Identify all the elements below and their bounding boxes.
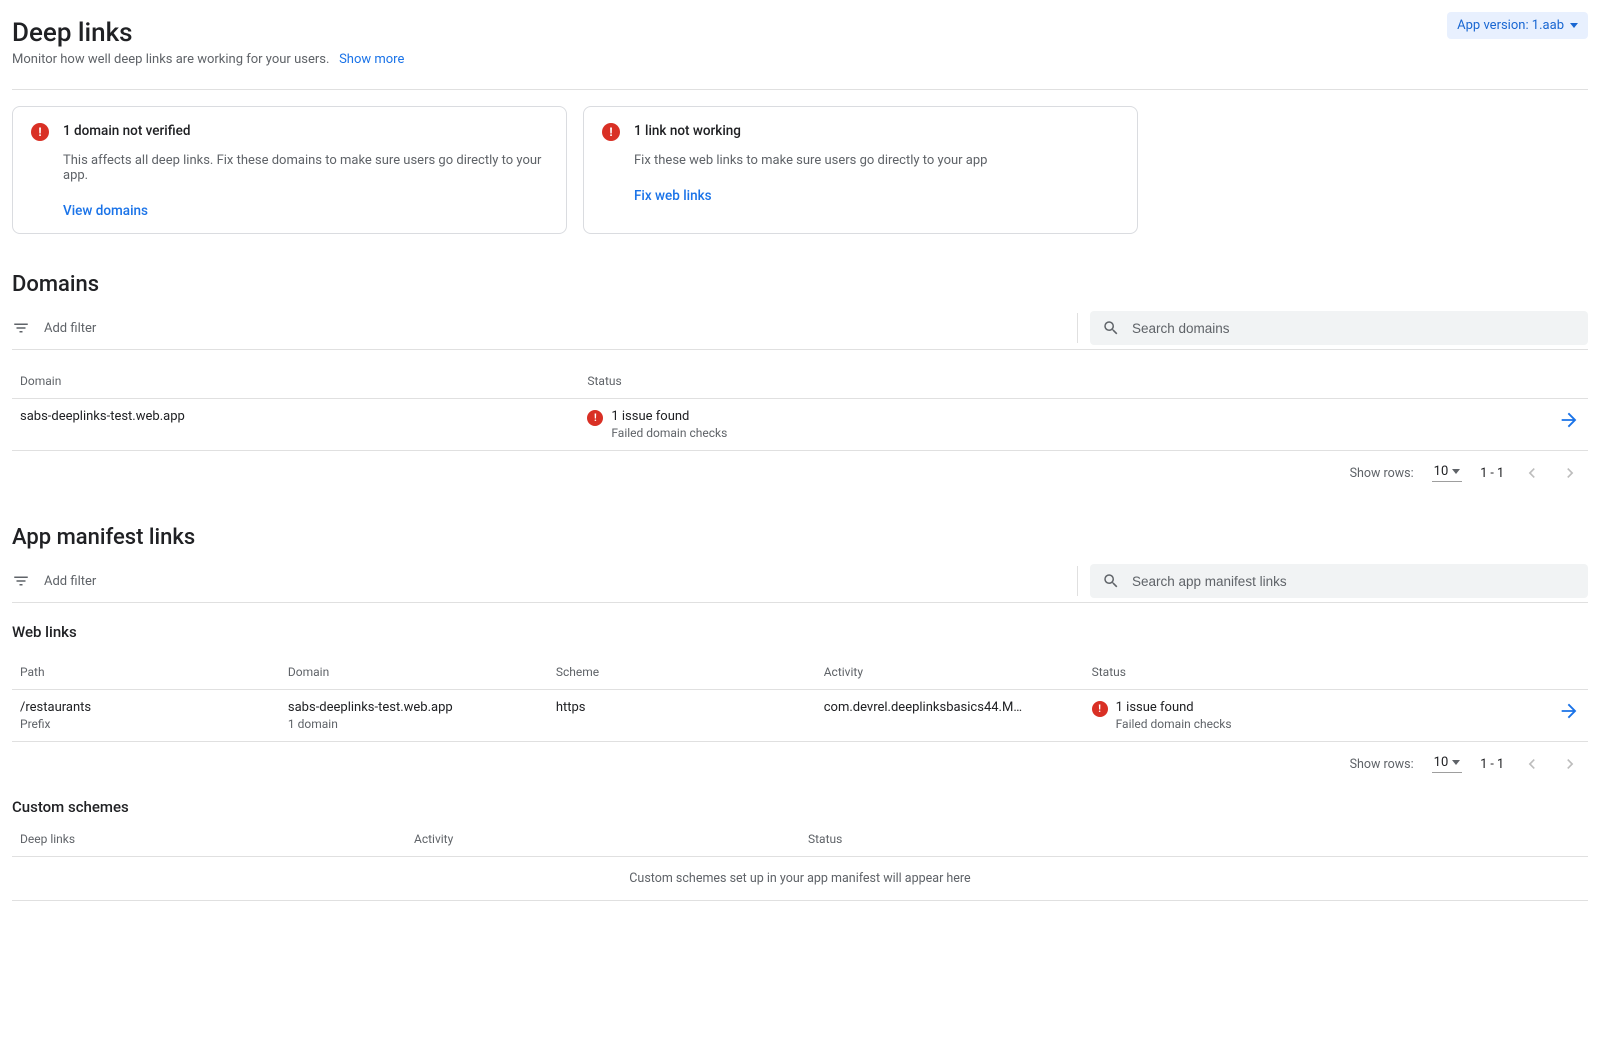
domain-subtext: 1 domain [288,717,540,731]
status-subtext: Failed domain checks [1116,717,1232,731]
manifest-section-title: App manifest links [12,525,1588,550]
activity-value: com.devrel.deeplinksbasics44.MainA… [824,700,1024,715]
show-rows-label: Show rows: [1350,757,1414,772]
divider [12,89,1588,90]
alert-title: 1 domain not verified [63,123,548,139]
chevron-left-icon[interactable] [1522,754,1542,774]
arrow-right-icon[interactable] [1558,700,1580,722]
view-domains-link[interactable]: View domains [63,203,548,219]
weblinks-table: Path Domain Scheme Activity Status /rest… [12,655,1588,742]
domains-search-box[interactable] [1090,311,1588,345]
search-icon [1102,319,1120,337]
alert-title: 1 link not working [634,123,1119,139]
path-subtext: Prefix [20,717,272,731]
column-header-path[interactable]: Path [12,655,280,690]
filter-icon [12,319,30,337]
domains-section-title: Domains [12,272,1588,297]
column-header-scheme[interactable]: Scheme [548,655,816,690]
status-cell: ! 1 issue found Failed domain checks [1092,700,1540,731]
show-more-link[interactable]: Show more [339,52,404,67]
column-header-status[interactable]: Status [800,822,1588,857]
arrow-right-icon[interactable] [1558,409,1580,431]
domains-pagination: Show rows: 10 1 - 1 [12,451,1588,487]
alert-card-link: ! 1 link not working Fix these web links… [583,106,1138,234]
fix-weblinks-link[interactable]: Fix web links [634,188,1119,204]
error-icon: ! [1092,701,1108,717]
error-icon: ! [31,123,49,141]
manifest-search-input[interactable] [1130,573,1576,590]
domain-value: sabs-deeplinks-test.web.app [288,700,540,715]
rows-per-page-select[interactable]: 10 [1432,755,1463,773]
rows-per-page-select[interactable]: 10 [1432,464,1463,482]
status-cell: ! 1 issue found Failed domain checks [587,409,1540,440]
subtitle-text: Monitor how well deep links are working … [12,52,329,67]
status-title: 1 issue found [611,409,727,424]
column-header-deeplinks[interactable]: Deep links [12,822,406,857]
rows-value: 10 [1434,755,1449,770]
weblinks-title: Web links [12,623,1588,641]
column-header-domain[interactable]: Domain [280,655,548,690]
weblinks-pagination: Show rows: 10 1 - 1 [12,742,1588,778]
page-subtitle: Monitor how well deep links are working … [12,52,404,67]
page-title: Deep links [12,18,404,48]
page-range: 1 - 1 [1480,466,1504,481]
add-filter-label: Add filter [44,574,96,589]
custom-schemes-title: Custom schemes [12,798,1588,816]
table-row[interactable]: sabs-deeplinks-test.web.app ! 1 issue fo… [12,399,1588,451]
manifest-add-filter[interactable]: Add filter [12,566,1078,596]
chevron-right-icon[interactable] [1560,754,1580,774]
error-icon: ! [587,410,603,426]
column-header-status[interactable]: Status [1084,655,1548,690]
alert-description: Fix these web links to make sure users g… [634,153,1119,168]
custom-schemes-empty-message: Custom schemes set up in your app manife… [12,857,1588,901]
filter-icon [12,572,30,590]
search-icon [1102,572,1120,590]
scheme-value: https [548,690,816,742]
column-header-domain[interactable]: Domain [12,364,579,399]
rows-value: 10 [1434,464,1449,479]
column-header-activity[interactable]: Activity [816,655,1084,690]
chevron-down-icon [1452,760,1460,765]
app-version-label: App version: 1.aab [1457,18,1564,33]
custom-schemes-table: Deep links Activity Status [12,822,1588,857]
domains-table: Domain Status sabs-deeplinks-test.web.ap… [12,364,1588,451]
chevron-down-icon [1570,23,1578,28]
domain-cell: sabs-deeplinks-test.web.app [12,399,579,451]
app-version-dropdown[interactable]: App version: 1.aab [1447,12,1588,39]
status-subtext: Failed domain checks [611,426,727,440]
show-rows-label: Show rows: [1350,466,1414,481]
alert-card-domain: ! 1 domain not verified This affects all… [12,106,567,234]
path-value: /restaurants [20,700,272,715]
table-row[interactable]: /restaurants Prefix sabs-deeplinks-test.… [12,690,1588,742]
domains-search-input[interactable] [1130,320,1576,337]
column-header-activity[interactable]: Activity [406,822,800,857]
chevron-right-icon[interactable] [1560,463,1580,483]
page-range: 1 - 1 [1480,757,1504,772]
chevron-left-icon[interactable] [1522,463,1542,483]
error-icon: ! [602,123,620,141]
add-filter-label: Add filter [44,321,96,336]
column-header-status[interactable]: Status [579,364,1548,399]
domains-add-filter[interactable]: Add filter [12,313,1078,343]
alert-description: This affects all deep links. Fix these d… [63,153,548,183]
status-title: 1 issue found [1116,700,1232,715]
chevron-down-icon [1452,469,1460,474]
manifest-search-box[interactable] [1090,564,1588,598]
